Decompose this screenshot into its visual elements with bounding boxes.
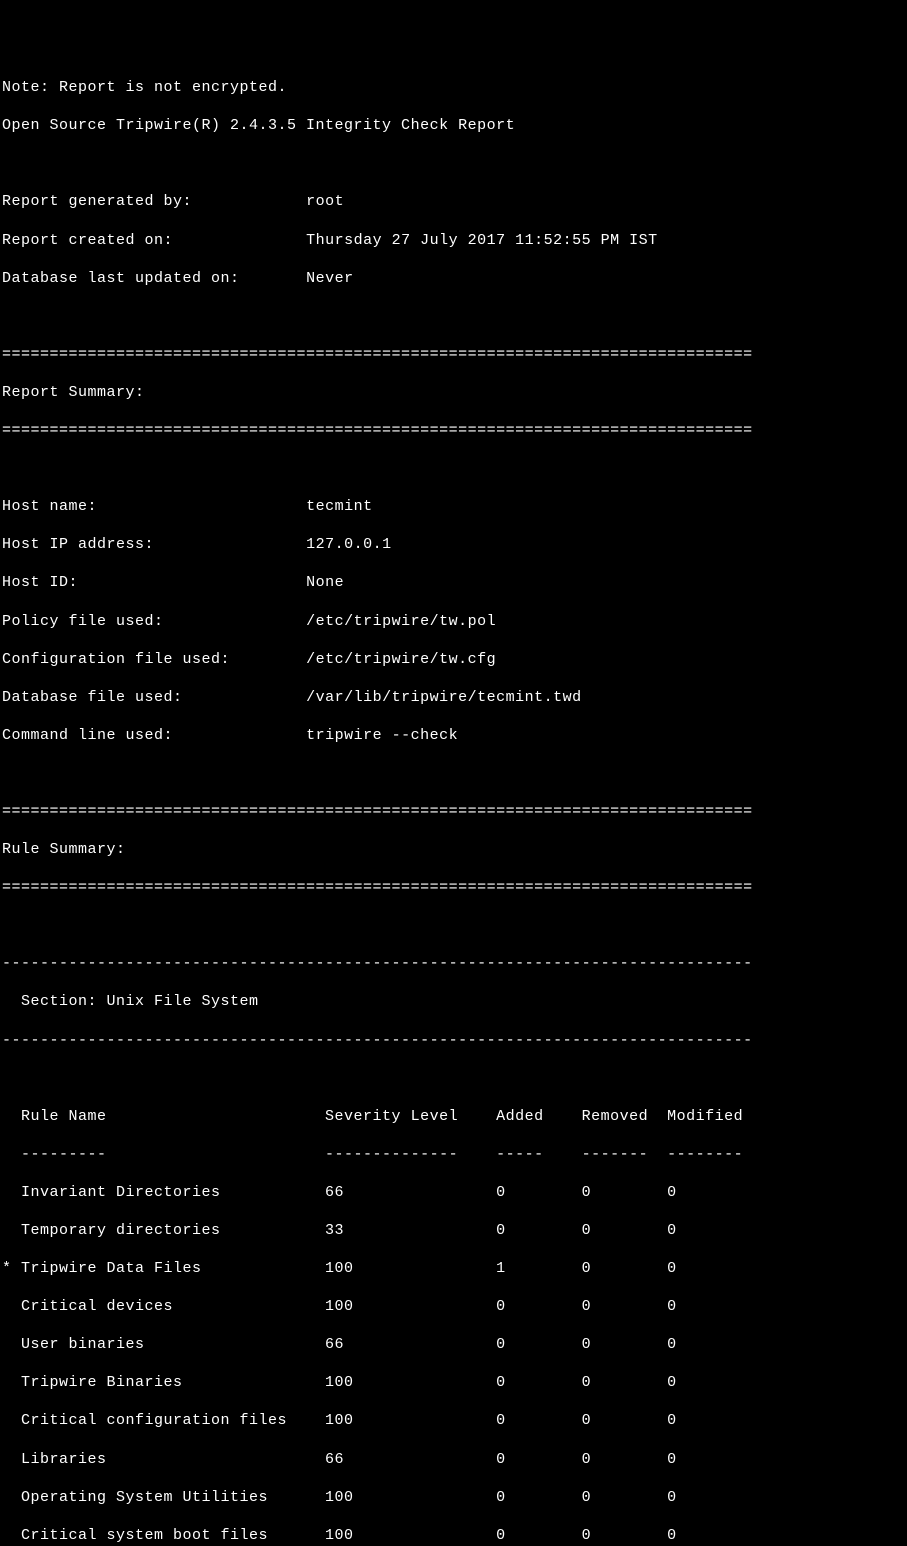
- policy-file: Policy file used: /etc/tripwire/tw.pol: [2, 612, 905, 631]
- blank: [2, 1069, 905, 1088]
- table-row: Tripwire Binaries 100 0 0 0: [2, 1373, 905, 1392]
- divider-dash: ----------------------------------------…: [2, 1031, 905, 1050]
- label: Host IP address:: [2, 536, 154, 553]
- table-row: Critical system boot files 100 0 0 0: [2, 1526, 905, 1545]
- value: Thursday 27 July 2017 11:52:55 PM IST: [306, 232, 658, 249]
- command-line: Command line used: tripwire --check: [2, 726, 905, 745]
- meta-created-on: Report created on: Thursday 27 July 2017…: [2, 231, 905, 250]
- blank: [2, 459, 905, 478]
- table-row: Libraries 66 0 0 0: [2, 1450, 905, 1469]
- blank: [2, 764, 905, 783]
- host-ip: Host IP address: 127.0.0.1: [2, 535, 905, 554]
- meta-generated-by: Report generated by: root: [2, 192, 905, 211]
- value: /var/lib/tripwire/tecmint.twd: [306, 689, 582, 706]
- blank: [2, 154, 905, 173]
- blank: [2, 307, 905, 326]
- divider: ========================================…: [2, 878, 905, 897]
- value: 127.0.0.1: [306, 536, 392, 553]
- meta-db-updated: Database last updated on: Never: [2, 269, 905, 288]
- host-id: Host ID: None: [2, 573, 905, 592]
- section-title: Section: Unix File System: [2, 992, 905, 1011]
- title-line: Open Source Tripwire(R) 2.4.3.5 Integrit…: [2, 116, 905, 135]
- table-row: * Tripwire Data Files 100 1 0 0: [2, 1259, 905, 1278]
- value: root: [306, 193, 344, 210]
- report-summary-title: Report Summary:: [2, 383, 905, 402]
- table-row: Invariant Directories 66 0 0 0: [2, 1183, 905, 1202]
- config-file: Configuration file used: /etc/tripwire/t…: [2, 650, 905, 669]
- table-divider: --------- -------------- ----- ------- -…: [2, 1145, 905, 1164]
- table-header: Rule Name Severity Level Added Removed M…: [2, 1107, 905, 1126]
- value: /etc/tripwire/tw.pol: [306, 613, 496, 630]
- host-name: Host name: tecmint: [2, 497, 905, 516]
- divider: ========================================…: [2, 421, 905, 440]
- label: Command line used:: [2, 727, 173, 744]
- label: Host ID:: [2, 574, 78, 591]
- label: Report generated by:: [2, 193, 192, 210]
- divider: ========================================…: [2, 802, 905, 821]
- table-row: Critical devices 100 0 0 0: [2, 1297, 905, 1316]
- table-row: Critical configuration files 100 0 0 0: [2, 1411, 905, 1430]
- table-row: User binaries 66 0 0 0: [2, 1335, 905, 1354]
- blank: [2, 916, 905, 935]
- label: Host name:: [2, 498, 97, 515]
- value: None: [306, 574, 344, 591]
- label: Database last updated on:: [2, 270, 240, 287]
- value: /etc/tripwire/tw.cfg: [306, 651, 496, 668]
- table-row: Temporary directories 33 0 0 0: [2, 1221, 905, 1240]
- note-line: Note: Report is not encrypted.: [2, 78, 905, 97]
- label: Report created on:: [2, 232, 173, 249]
- divider-dash: ----------------------------------------…: [2, 954, 905, 973]
- rule-summary-title: Rule Summary:: [2, 840, 905, 859]
- table-row: Operating System Utilities 100 0 0 0: [2, 1488, 905, 1507]
- database-file: Database file used: /var/lib/tripwire/te…: [2, 688, 905, 707]
- value: Never: [306, 270, 354, 287]
- divider: ========================================…: [2, 345, 905, 364]
- label: Configuration file used:: [2, 651, 230, 668]
- label: Database file used:: [2, 689, 183, 706]
- label: Policy file used:: [2, 613, 164, 630]
- value: tripwire --check: [306, 727, 458, 744]
- value: tecmint: [306, 498, 373, 515]
